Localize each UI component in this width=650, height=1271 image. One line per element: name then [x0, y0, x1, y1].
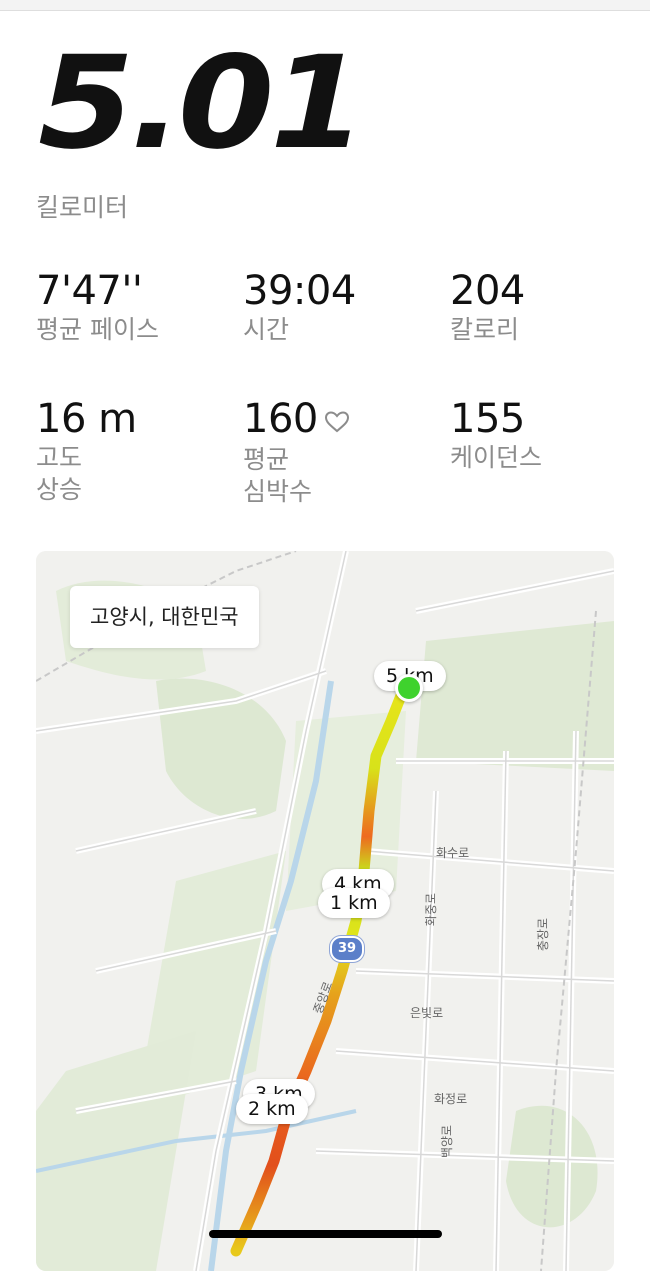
stat-duration: 39:04 시간: [243, 268, 356, 346]
stat-value-row: 160: [243, 396, 350, 444]
stat-value: 160: [243, 396, 318, 442]
stat-label: 시간: [243, 315, 290, 344]
stat-average-pace: 7'47'' 평균 페이스: [36, 268, 159, 346]
km-marker-2: 2 km: [236, 1094, 308, 1124]
stat-value: 39:04: [243, 268, 356, 314]
stat-value: 155: [450, 396, 525, 442]
distance-value: 5.01: [38, 29, 366, 178]
stat-label: 고도 상승: [36, 443, 83, 504]
location-label: 고양시, 대한민국: [70, 586, 259, 648]
stat-label: 평균 심박수: [243, 445, 313, 506]
stat-elevation-gain: 16 m 고도 상승: [36, 396, 137, 506]
route-39-shield-icon: 39: [330, 936, 364, 962]
road-label: 화중로: [424, 892, 439, 927]
stat-label: 칼로리: [450, 315, 520, 344]
heart-outline-icon: [324, 398, 350, 444]
stat-calories: 204 칼로리: [450, 268, 525, 346]
road-label: 화정로: [434, 1092, 468, 1106]
route-map[interactable]: 고양시, 대한민국 화수로 화중로 충장로 은빛로 화정로 백양로 중앙로 39…: [36, 551, 614, 1271]
stat-value: 7'47'': [36, 268, 143, 314]
finish-point-icon: [395, 674, 423, 702]
road-label: 화수로: [436, 846, 470, 860]
km-marker-1: 1 km: [318, 888, 390, 918]
stat-value: 16 m: [36, 396, 137, 442]
road-label: 백양로: [440, 1124, 455, 1159]
stat-cadence: 155 케이던스: [450, 396, 542, 474]
road-label: 은빛로: [410, 1006, 444, 1020]
stat-label: 케이던스: [450, 443, 543, 472]
home-indicator[interactable]: [209, 1230, 442, 1238]
road-label: 충장로: [536, 917, 551, 952]
status-bar-strip: [0, 0, 650, 11]
stat-average-heart-rate: 160 평균 심박수: [243, 396, 350, 508]
stat-label: 평균 페이스: [36, 315, 159, 344]
distance-unit: 킬로미터: [36, 193, 129, 222]
stat-value: 204: [450, 268, 525, 314]
